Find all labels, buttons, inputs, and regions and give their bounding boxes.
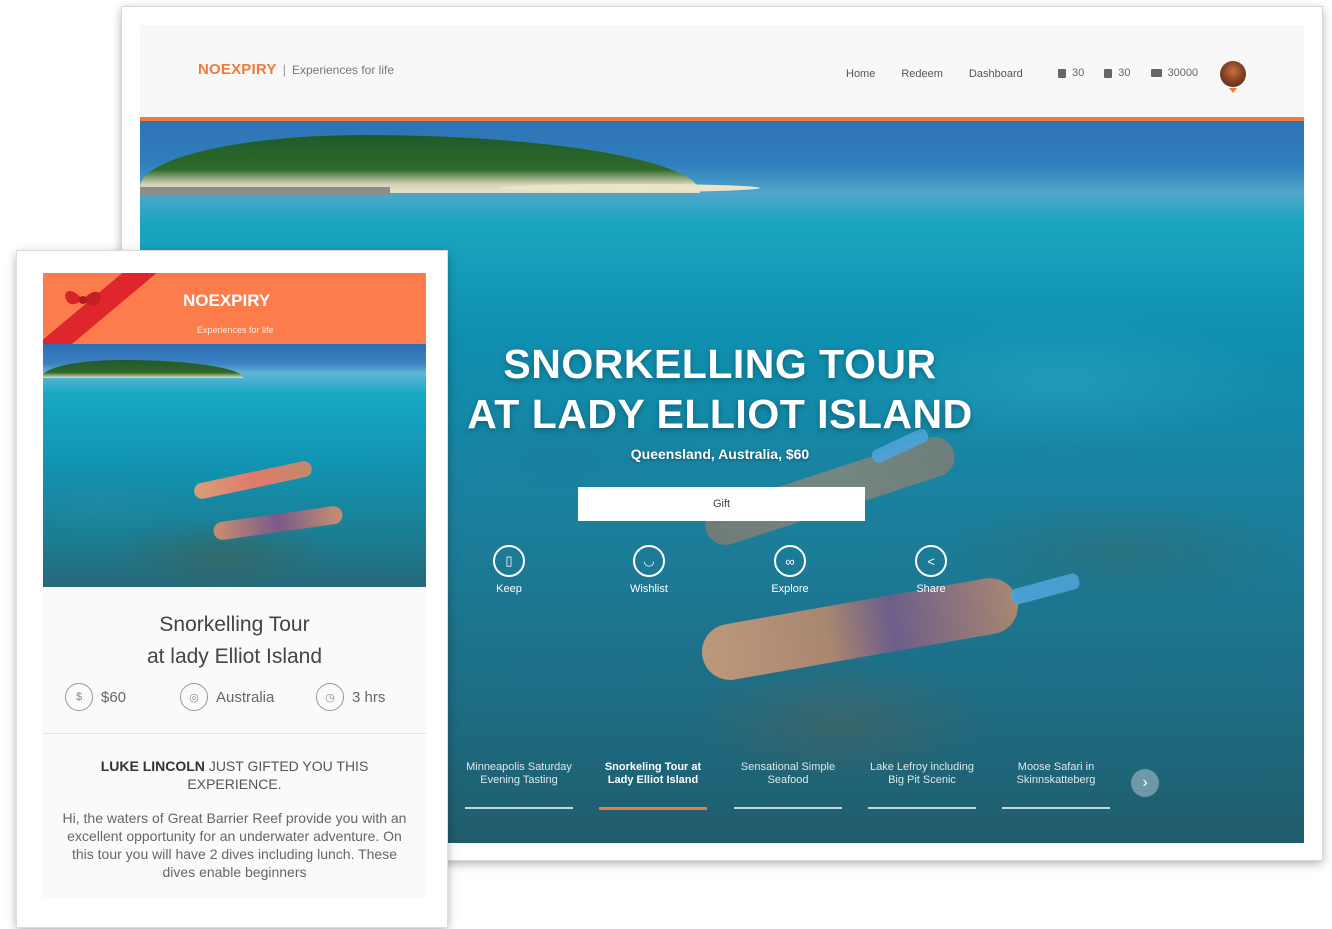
site-header: NOEXPIRY | Experiences for life Home Red… [140,25,1304,123]
hero-title-line1: SNORKELLING TOUR [503,341,937,387]
carousel-item[interactable]: Moose Safari in Skinnskatteberg [1002,761,1110,809]
carousel-item-line1: Lake Lefroy including [870,761,974,773]
jetty-image [140,187,390,195]
carousel-next-button[interactable]: › [1131,769,1159,797]
gift-email-card: NOEXPIRY Experiences for life Snorkellin… [17,251,447,927]
clock-icon: ◷ [316,683,344,711]
duration-label: 3 hrs [352,688,386,706]
main-nav: Home Redeem Dashboard [846,68,1049,80]
logo-brand: NOEXPIRY [198,61,277,78]
carousel-item-line2: Seafood [767,774,809,786]
experience-carousel: Minneapolis Saturday Evening Tasting Sno… [465,761,1285,815]
keep-label: Keep [496,583,522,595]
stat-wishlist[interactable]: 30 [1104,67,1131,79]
carousel-item-line2: Lady Elliot Island [607,774,699,786]
price-tag-icon: $ [65,683,93,711]
keep-action[interactable]: ▯ Keep [474,545,544,595]
location-icon: ◎ [180,683,208,711]
carousel-item-line2: Skinnskatteberg [1016,774,1096,786]
card-header: NOEXPIRY Experiences for life [43,273,426,344]
card-title: Snorkelling Tour at lady Elliot Island [43,609,426,673]
bookmark-icon [1058,68,1066,78]
logo-separator: | [282,62,286,77]
carousel-item[interactable]: Lake Lefroy including Big Pit Scenic [868,761,976,809]
nav-redeem[interactable]: Redeem [901,68,943,80]
cup-icon: ◡ [633,545,665,577]
hero-actions: ▯ Keep ◡ Wishlist ∞ Explore < Share [474,545,954,605]
wishlist-action[interactable]: ◡ Wishlist [614,545,684,595]
beach-image [500,184,760,192]
card-divider [43,733,426,734]
price-label: $60 [101,688,127,706]
carousel-item-line1: Minneapolis Saturday [466,761,572,773]
card-body: Snorkelling Tour at lady Elliot Island $… [43,587,426,898]
carousel-item-underline [465,807,573,809]
gift-bow-icon [65,290,101,306]
explore-action[interactable]: ∞ Explore [755,545,825,595]
hero-title-line2: AT LADY ELLIOT ISLAND [467,391,973,437]
gift-message: Hi, the waters of Great Barrier Reef pro… [62,810,407,880]
gift-button[interactable]: Gift [578,487,865,521]
explore-label: Explore [771,583,809,595]
gifted-notice: LUKE LINCOLN JUST GIFTED YOU THIS EXPERI… [63,757,406,793]
hero-subtitle: Queensland, Australia, $60 [630,446,810,462]
card-meta: $ $60 ◎ Australia ◷ 3 hrs [65,683,405,713]
carousel-item[interactable]: Minneapolis Saturday Evening Tasting [465,761,573,809]
nav-home[interactable]: Home [846,68,875,80]
duration-meta: ◷ 3 hrs [316,683,385,711]
cup-icon [1104,68,1113,78]
gifter-name: LUKE LINCOLN [100,758,205,774]
share-label: Share [916,583,946,595]
share-action[interactable]: < Share [896,545,966,595]
price-meta: $ $60 [65,683,126,711]
card-title-line2: at lady Elliot Island [146,645,323,668]
carousel-item-line2: Big Pit Scenic [888,774,956,786]
chevron-right-icon: › [1142,774,1148,791]
stat-points-value: 30000 [1167,67,1199,79]
stat-wishlist-value: 30 [1118,67,1131,79]
card-logo-brand: NOEXPIRY [183,291,271,310]
stat-points[interactable]: 30000 [1150,67,1199,79]
carousel-item-underline [734,807,842,809]
hero-title: SNORKELLING TOUR AT LADY ELLIOT ISLAND [450,339,990,439]
reef-image [43,344,426,587]
carousel-item-line1: Snorkeling Tour at [604,761,702,773]
avatar[interactable] [1220,61,1246,87]
stat-kept-value: 30 [1072,67,1085,79]
location-label: Australia [216,688,275,706]
stat-kept[interactable]: 30 [1058,67,1084,79]
binoculars-icon: ∞ [774,545,806,577]
carousel-item-underline [868,807,976,809]
caret-down-icon[interactable] [1229,88,1237,93]
wallet-icon [1150,69,1162,77]
carousel-item[interactable]: Sensational Simple Seafood [734,761,842,809]
gifted-text: JUST GIFTED YOU THIS EXPERIENCE. [187,758,369,792]
carousel-item-line1: Sensational Simple [740,761,836,773]
user-stats: 30 30 30000 [1058,67,1218,79]
nav-dashboard[interactable]: Dashboard [969,68,1023,80]
bookmark-icon: ▯ [493,545,525,577]
card-photo [43,344,426,587]
carousel-item-underline [599,807,707,810]
carousel-item-line2: Evening Tasting [480,774,558,786]
card-logo-tagline: Experiences for life [197,325,274,335]
share-icon: < [915,545,947,577]
card-title-line1: Snorkelling Tour [159,613,310,636]
logo-tagline: Experiences for life [291,62,395,77]
location-meta: ◎ Australia [180,683,274,711]
carousel-item-underline [1002,807,1110,809]
carousel-item-line1: Moose Safari in [1017,761,1095,773]
wishlist-label: Wishlist [630,583,668,595]
site-logo[interactable]: NOEXPIRY | Experiences for life [198,61,394,78]
carousel-item-active[interactable]: Snorkeling Tour at Lady Elliot Island [599,761,707,810]
